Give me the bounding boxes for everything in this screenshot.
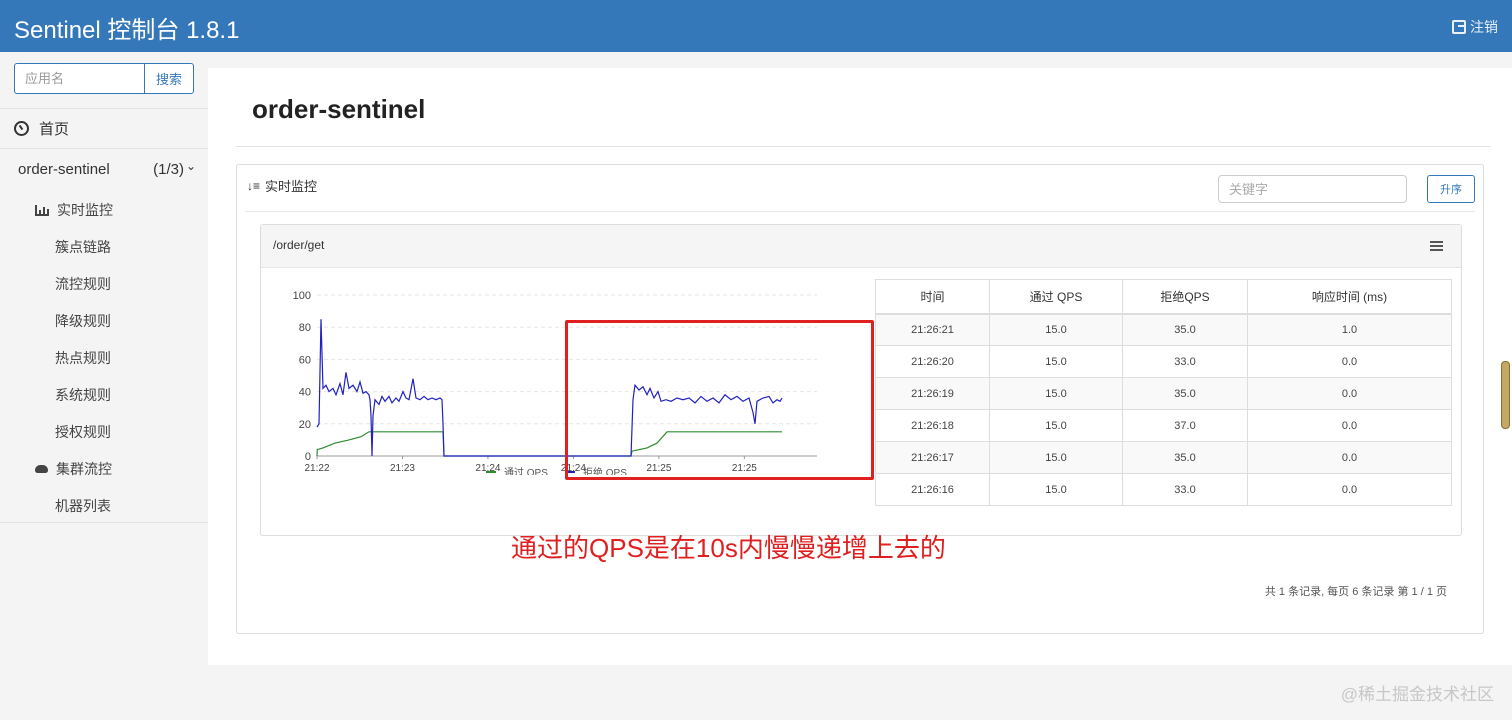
cell-pass-qps: 15.0 <box>989 473 1123 506</box>
sidebar-item-label: 集群流控 <box>56 461 112 477</box>
cell-rt: 0.0 <box>1247 441 1452 474</box>
chart-y-tick-label: 0 <box>305 451 311 463</box>
top-header: Sentinel 控制台 1.8.1 注销 <box>0 0 1512 52</box>
panel-divider <box>245 211 1475 212</box>
cell-pass-qps: 15.0 <box>989 313 1123 346</box>
table-row: 21:26:21 15.0 35.0 1.0 <box>875 313 1452 346</box>
chart-y-tick-label: 20 <box>299 419 311 431</box>
column-header-time[interactable]: 时间 <box>875 279 990 315</box>
sidebar-item-cluster-link[interactable]: 簇点链路 <box>55 237 111 257</box>
page-title: order-sentinel <box>252 94 426 124</box>
column-header-rt[interactable]: 响应时间 (ms) <box>1247 279 1452 315</box>
cloud-icon <box>35 465 48 473</box>
sidebar-app-count: (1/3) <box>153 161 184 178</box>
annotation-highlight-box <box>565 320 874 480</box>
bar-chart-icon <box>35 204 49 216</box>
cell-time: 21:26:18 <box>875 409 990 442</box>
menu-icon[interactable] <box>1430 241 1443 251</box>
logout-label: 注销 <box>1470 19 1498 35</box>
pagination-info: 共 1 条记录, 每页 6 条记录 第 1 / 1 页 <box>1264 586 1447 598</box>
cell-block-qps: 35.0 <box>1122 377 1248 410</box>
sidebar-item-hotspot-rules[interactable]: 热点规则 <box>55 348 111 368</box>
cell-pass-qps: 15.0 <box>989 409 1123 442</box>
cell-time: 21:26:19 <box>875 377 990 410</box>
sort-icon: ↓≡ <box>247 178 261 193</box>
cell-time: 21:26:17 <box>875 441 990 474</box>
cell-rt: 0.0 <box>1247 473 1452 506</box>
cell-time: 21:26:21 <box>875 313 990 346</box>
app-title[interactable]: Sentinel 控制台 1.8.1 <box>14 10 239 45</box>
sidebar-item-auth-rules[interactable]: 授权规则 <box>55 422 111 442</box>
column-header-block-qps[interactable]: 拒绝QPS <box>1122 279 1248 315</box>
cell-rt: 1.0 <box>1247 313 1452 346</box>
watermark: @稀土掘金技术社区 <box>1340 685 1494 704</box>
app-search-button[interactable]: 搜索 <box>144 63 194 94</box>
cell-rt: 0.0 <box>1247 345 1452 378</box>
logout-icon <box>1452 20 1466 34</box>
cell-time: 21:26:16 <box>875 473 990 506</box>
chart-y-tick-label: 40 <box>299 387 311 399</box>
cell-rt: 0.0 <box>1247 377 1452 410</box>
app-search-input[interactable] <box>14 63 144 94</box>
sidebar-item-realtime-monitor[interactable]: 实时监控 <box>35 200 113 220</box>
cell-rt: 0.0 <box>1247 409 1452 442</box>
sidebar-item-flow-rules[interactable]: 流控规则 <box>55 274 111 294</box>
sidebar-item-label: 实时监控 <box>57 202 113 218</box>
cell-pass-qps: 15.0 <box>989 345 1123 378</box>
sidebar-item-machine-list[interactable]: 机器列表 <box>55 496 111 516</box>
dashboard-icon <box>14 121 29 136</box>
panel-title-label: 实时监控 <box>265 179 318 194</box>
logout-link[interactable]: 注销 <box>1452 17 1498 37</box>
chart-x-tick-label: 21:22 <box>304 463 329 474</box>
table-row: 21:26:19 15.0 35.0 0.0 <box>875 377 1452 410</box>
sidebar-divider <box>0 148 208 149</box>
chart-legend-label: 通过 QPS <box>504 466 548 475</box>
column-header-pass-qps[interactable]: 通过 QPS <box>989 279 1123 315</box>
app-search: 搜索 <box>14 63 194 94</box>
table-row: 21:26:17 15.0 35.0 0.0 <box>875 441 1452 474</box>
sidebar-item-home[interactable]: 首页 <box>14 118 69 139</box>
sidebar-item-cluster-flow[interactable]: 集群流控 <box>35 459 112 479</box>
sidebar-app-name: order-sentinel <box>18 161 110 178</box>
sidebar-item-degrade-rules[interactable]: 降级规则 <box>55 311 111 331</box>
cell-pass-qps: 15.0 <box>989 377 1123 410</box>
table-row: 21:26:16 15.0 33.0 0.0 <box>875 473 1452 506</box>
cell-block-qps: 35.0 <box>1122 441 1248 474</box>
cell-time: 21:26:20 <box>875 345 990 378</box>
sidebar-divider <box>0 108 208 109</box>
cell-block-qps: 37.0 <box>1122 409 1248 442</box>
page-scrollbar-thumb[interactable] <box>1501 361 1510 429</box>
chart-y-tick-label: 80 <box>299 322 311 334</box>
sidebar-item-system-rules[interactable]: 系统规则 <box>55 385 111 405</box>
cell-block-qps: 33.0 <box>1122 473 1248 506</box>
panel-title: ↓≡ 实时监控 <box>247 176 317 195</box>
cell-block-qps: 33.0 <box>1122 345 1248 378</box>
table-header-row: 时间 通过 QPS 拒绝QPS 响应时间 (ms) <box>875 279 1452 315</box>
sort-ascending-button[interactable]: 升序 <box>1427 175 1475 203</box>
chart-y-tick-label: 100 <box>293 290 311 302</box>
title-divider <box>236 146 1491 147</box>
chart-y-tick-label: 60 <box>299 354 311 366</box>
chevron-down-icon: ⌄ <box>185 159 196 173</box>
sidebar-divider <box>0 522 208 523</box>
table-row: 21:26:20 15.0 33.0 0.0 <box>875 345 1452 378</box>
sidebar: 搜索 首页 order-sentinel (1/3) ⌄ 实时监控 簇点链路 流… <box>0 52 208 720</box>
metrics-table: 时间 通过 QPS 拒绝QPS 响应时间 (ms) 21:26:21 15.0 35… <box>875 279 1452 506</box>
sidebar-item-label: 首页 <box>39 121 70 138</box>
resource-name: /order/get <box>273 238 325 252</box>
keyword-input[interactable] <box>1218 175 1407 203</box>
resource-card-header: /order/get <box>261 225 1461 268</box>
sidebar-app-order-sentinel[interactable]: order-sentinel (1/3) ⌄ <box>18 159 196 178</box>
cell-pass-qps: 15.0 <box>989 441 1123 474</box>
chart-x-tick-label: 21:23 <box>390 463 415 474</box>
cell-block-qps: 35.0 <box>1122 313 1248 346</box>
table-row: 21:26:18 15.0 37.0 0.0 <box>875 409 1452 442</box>
annotation-text: 通过的QPS是在10s内慢慢递增上去的 <box>511 533 946 563</box>
